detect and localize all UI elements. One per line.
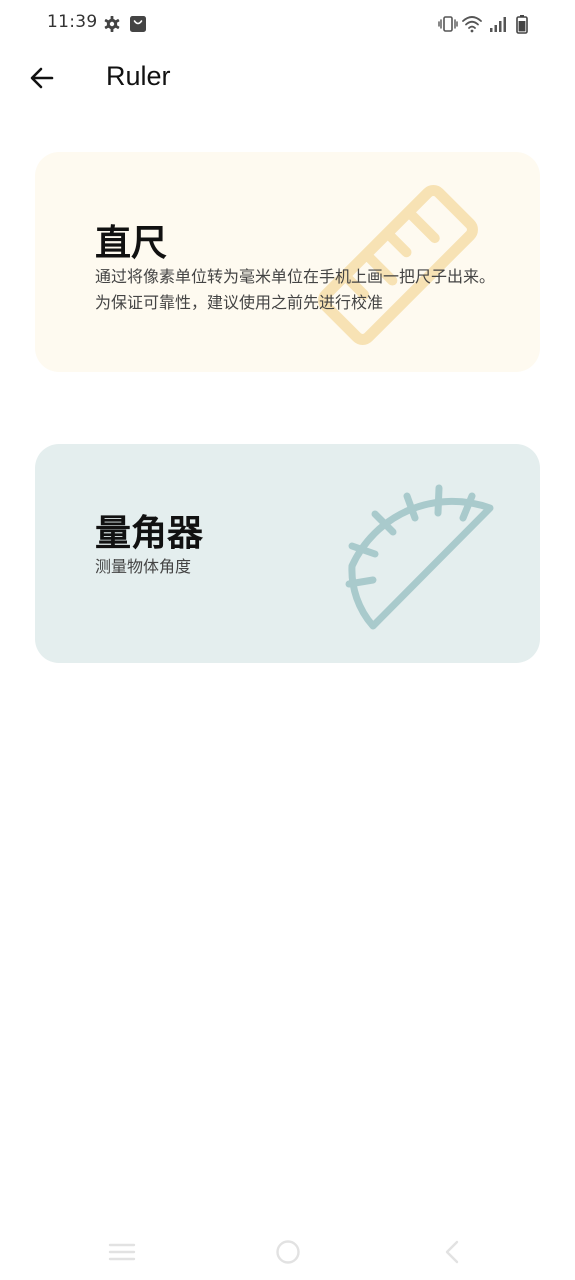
signal-icon — [490, 17, 506, 32]
ruler-title: 直尺 — [95, 223, 168, 264]
app-bar: Ruler — [0, 48, 575, 108]
system-back-button[interactable] — [432, 1237, 472, 1267]
home-icon — [276, 1240, 300, 1264]
status-time: 11:39 — [47, 12, 98, 32]
arrow-left-icon — [30, 67, 54, 89]
recent-apps-button[interactable] — [102, 1237, 142, 1267]
vibrate-icon — [438, 16, 458, 32]
protractor-icon — [345, 484, 494, 630]
menu-icon — [108, 1243, 136, 1261]
navigation-bar — [0, 1225, 575, 1280]
home-button[interactable] — [268, 1237, 308, 1267]
ruler-description: 通过将像素单位转为毫米单位在手机上画一把尺子出来。为保证可靠性，建议使用之前先进… — [95, 267, 496, 312]
back-icon — [445, 1240, 459, 1264]
protractor-card[interactable]: 量角器 测量物体角度 — [35, 444, 540, 663]
back-button[interactable] — [22, 58, 62, 98]
gear-icon — [104, 16, 120, 32]
wifi-icon — [462, 16, 482, 33]
page-title: Ruler — [106, 61, 171, 91]
protractor-description: 测量物体角度 — [95, 557, 192, 576]
status-bar: 11:39 — [0, 0, 575, 48]
protractor-title: 量角器 — [95, 513, 204, 554]
ruler-card[interactable]: 直尺 通过将像素单位转为毫米单位在手机上画一把尺子出来。为保证可靠性，建议使用之… — [35, 152, 540, 372]
bag-icon — [130, 16, 146, 32]
battery-icon — [516, 15, 528, 34]
